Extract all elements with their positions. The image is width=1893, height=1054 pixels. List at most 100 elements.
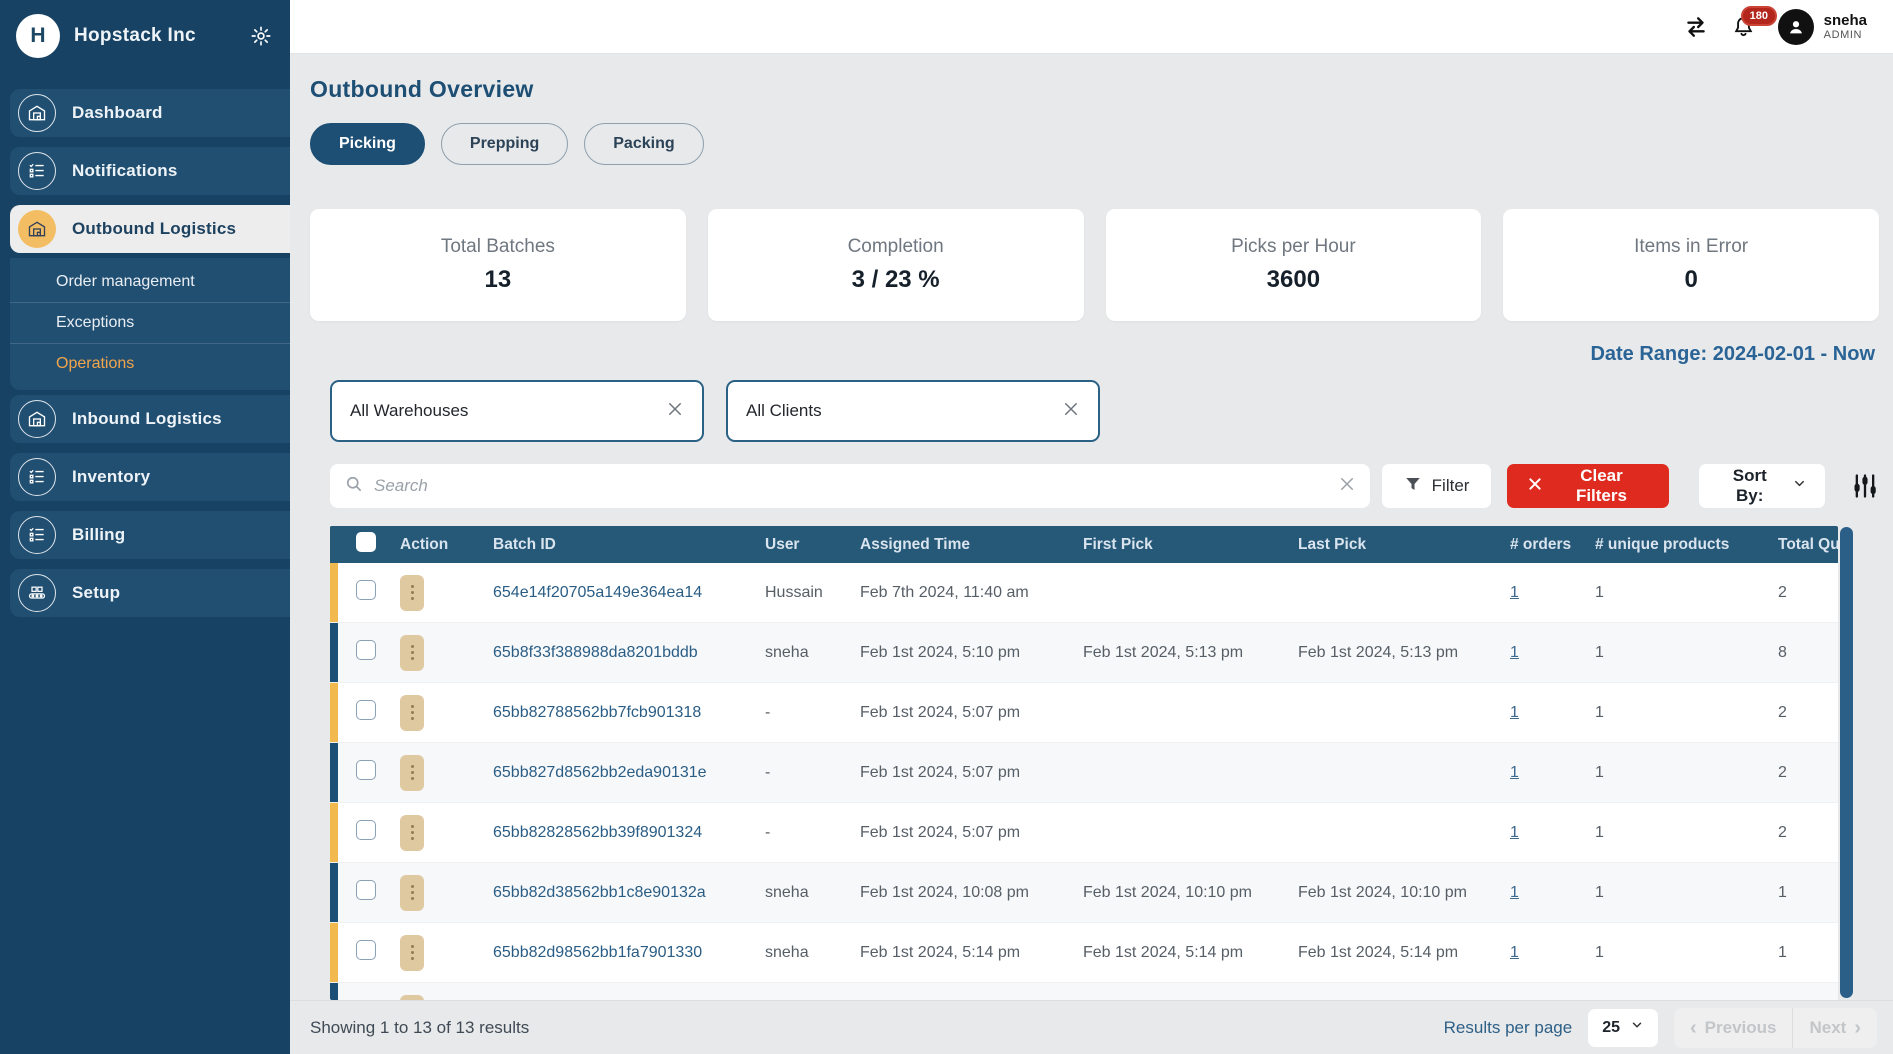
sidebar-item-setup[interactable]: Setup	[10, 569, 290, 617]
batch-id-link[interactable]: 65bb82d98562bb1fa7901330	[452, 944, 755, 962]
assigned-time-cell: Feb 1st 2024, 5:07 pm	[850, 704, 1075, 722]
stat-value: 3600	[1267, 266, 1320, 294]
stat-label: Picks per Hour	[1231, 236, 1356, 258]
user-role: ADMIN	[1824, 29, 1867, 42]
sidebar-subitem-order-management[interactable]: Order management	[10, 262, 290, 302]
row-checkbox[interactable]	[356, 700, 376, 720]
client-select[interactable]: All Clients	[726, 380, 1100, 442]
orders-count-link[interactable]: 1	[1510, 764, 1519, 781]
batch-id-link[interactable]: 65bb82788562bb7fcb901318	[452, 704, 755, 722]
orders-count-link[interactable]: 1	[1510, 644, 1519, 661]
funnel-icon	[1404, 475, 1422, 498]
user-cell: -	[755, 824, 850, 842]
filter-button-label: Filter	[1432, 476, 1470, 496]
stat-label: Items in Error	[1634, 236, 1748, 258]
sidebar-nav: Dashboard Notifications Outbound Logisti…	[0, 84, 290, 622]
page-size-select[interactable]: 25	[1588, 1009, 1658, 1047]
column-settings-sliders-icon[interactable]	[1851, 472, 1879, 500]
clear-warehouse-icon[interactable]	[666, 400, 684, 423]
row-actions-button[interactable]	[400, 875, 424, 911]
notifications-bell-icon[interactable]: 180	[1731, 14, 1756, 39]
chevron-right-icon: ›	[1854, 1018, 1861, 1038]
orders-count-link[interactable]: 1	[1510, 884, 1519, 901]
sidebar-item-outbound-logistics[interactable]: Outbound Logistics	[10, 205, 290, 253]
clear-search-icon[interactable]	[1338, 475, 1356, 498]
notification-count-badge: 180	[1741, 6, 1777, 26]
row-actions-button[interactable]	[400, 695, 424, 731]
row-checkbox[interactable]	[356, 820, 376, 840]
batch-id-link[interactable]: 65bb827d8562bb2eda90131e	[452, 764, 755, 782]
row-checkbox[interactable]	[356, 880, 376, 900]
row-checkbox[interactable]	[356, 640, 376, 660]
stat-value: 3 / 23 %	[852, 266, 940, 294]
clear-client-icon[interactable]	[1062, 400, 1080, 423]
batch-id-link[interactable]: 65bb82828562bb39f8901324	[452, 824, 755, 842]
sidebar-gear-icon[interactable]	[250, 25, 272, 47]
sidebar-item-inventory[interactable]: Inventory	[10, 453, 290, 501]
assigned-time-cell: Feb 7th 2024, 11:40 am	[850, 584, 1075, 602]
orders-count-link[interactable]: 1	[1510, 944, 1519, 961]
previous-page-button[interactable]: ‹ Previous	[1674, 1008, 1792, 1048]
sidebar-item-dashboard[interactable]: Dashboard	[10, 89, 290, 137]
search-input[interactable]	[374, 476, 1328, 496]
table-vertical-scrollbar[interactable]	[1840, 527, 1853, 998]
client-select-value: All Clients	[746, 401, 822, 421]
logo-row: H Hopstack Inc	[0, 0, 290, 72]
tab-packing[interactable]: Packing	[584, 123, 703, 165]
batch-id-link[interactable]: 65b8f33f388988da8201bddb	[452, 644, 755, 662]
row-actions-button[interactable]	[400, 575, 424, 611]
row-checkbox[interactable]	[356, 760, 376, 780]
chevron-down-icon	[1630, 1018, 1644, 1037]
row-actions-button[interactable]	[400, 995, 424, 1001]
sort-by-label: Sort By:	[1717, 466, 1782, 506]
last-pick-cell: Feb 1st 2024, 5:14 pm	[1290, 944, 1500, 962]
row-status-stripe	[330, 683, 338, 742]
row-checkbox[interactable]	[356, 940, 376, 960]
sidebar: H Hopstack Inc Dashboard Notifications O…	[0, 0, 290, 1054]
sidebar-item-notifications[interactable]: Notifications	[10, 147, 290, 195]
row-checkbox[interactable]	[356, 580, 376, 600]
column-header-user: User	[755, 536, 850, 554]
orders-count-link[interactable]: 1	[1510, 704, 1519, 721]
table-row: 65bb82d38562bb1c8e90132a sneha Feb 1st 2…	[330, 863, 1838, 923]
row-actions-button[interactable]	[400, 635, 424, 671]
stat-picks-per-hour: Picks per Hour 3600	[1106, 209, 1482, 321]
sort-by-button[interactable]: Sort By:	[1699, 464, 1825, 508]
search-row: Filter Clear Filters Sort By:	[330, 464, 1879, 508]
unique-products-cell: 1	[1585, 644, 1770, 662]
sidebar-item-label: Dashboard	[72, 103, 163, 123]
batch-id-link[interactable]: 65bb82d38562bb1c8e90132a	[452, 884, 755, 902]
select-all-checkbox[interactable]	[356, 532, 376, 552]
row-actions-button[interactable]	[400, 935, 424, 971]
user-menu[interactable]: sneha ADMIN	[1778, 9, 1867, 45]
batch-id-link[interactable]: 654e14f20705a149e364ea14	[452, 584, 755, 602]
process-tabs: Picking Prepping Packing	[310, 123, 1879, 165]
transfer-arrows-icon[interactable]	[1683, 14, 1709, 40]
clear-filters-button[interactable]: Clear Filters	[1507, 464, 1669, 508]
sidebar-item-billing[interactable]: Billing	[10, 511, 290, 559]
column-header-total-quantity: Total Quantity	[1770, 536, 1838, 554]
sidebar-item-label: Inbound Logistics	[72, 409, 222, 429]
sidebar-item-label: Setup	[72, 583, 120, 603]
warehouse-icon	[18, 400, 56, 438]
checklist-icon	[18, 516, 56, 554]
row-actions-button[interactable]	[400, 755, 424, 791]
tab-picking[interactable]: Picking	[310, 123, 425, 165]
unique-products-cell: 1	[1585, 584, 1770, 602]
user-name: sneha	[1824, 12, 1867, 29]
row-actions-button[interactable]	[400, 815, 424, 851]
company-name: Hopstack Inc	[74, 25, 236, 47]
orders-count-link[interactable]: 1	[1510, 584, 1519, 601]
sidebar-subitem-exceptions[interactable]: Exceptions	[10, 302, 290, 343]
tab-prepping[interactable]: Prepping	[441, 123, 568, 165]
stat-value: 0	[1684, 266, 1697, 294]
orders-count-link[interactable]: 1	[1510, 824, 1519, 841]
sidebar-item-inbound-logistics[interactable]: Inbound Logistics	[10, 395, 290, 443]
filter-button[interactable]: Filter	[1382, 464, 1492, 508]
next-page-button[interactable]: Next ›	[1792, 1008, 1877, 1048]
warehouse-select[interactable]: All Warehouses	[330, 380, 704, 442]
sidebar-subitem-operations[interactable]: Operations	[10, 343, 290, 384]
stat-value: 13	[485, 266, 512, 294]
next-label: Next	[1809, 1018, 1846, 1038]
table-row-partial	[330, 983, 1838, 1000]
